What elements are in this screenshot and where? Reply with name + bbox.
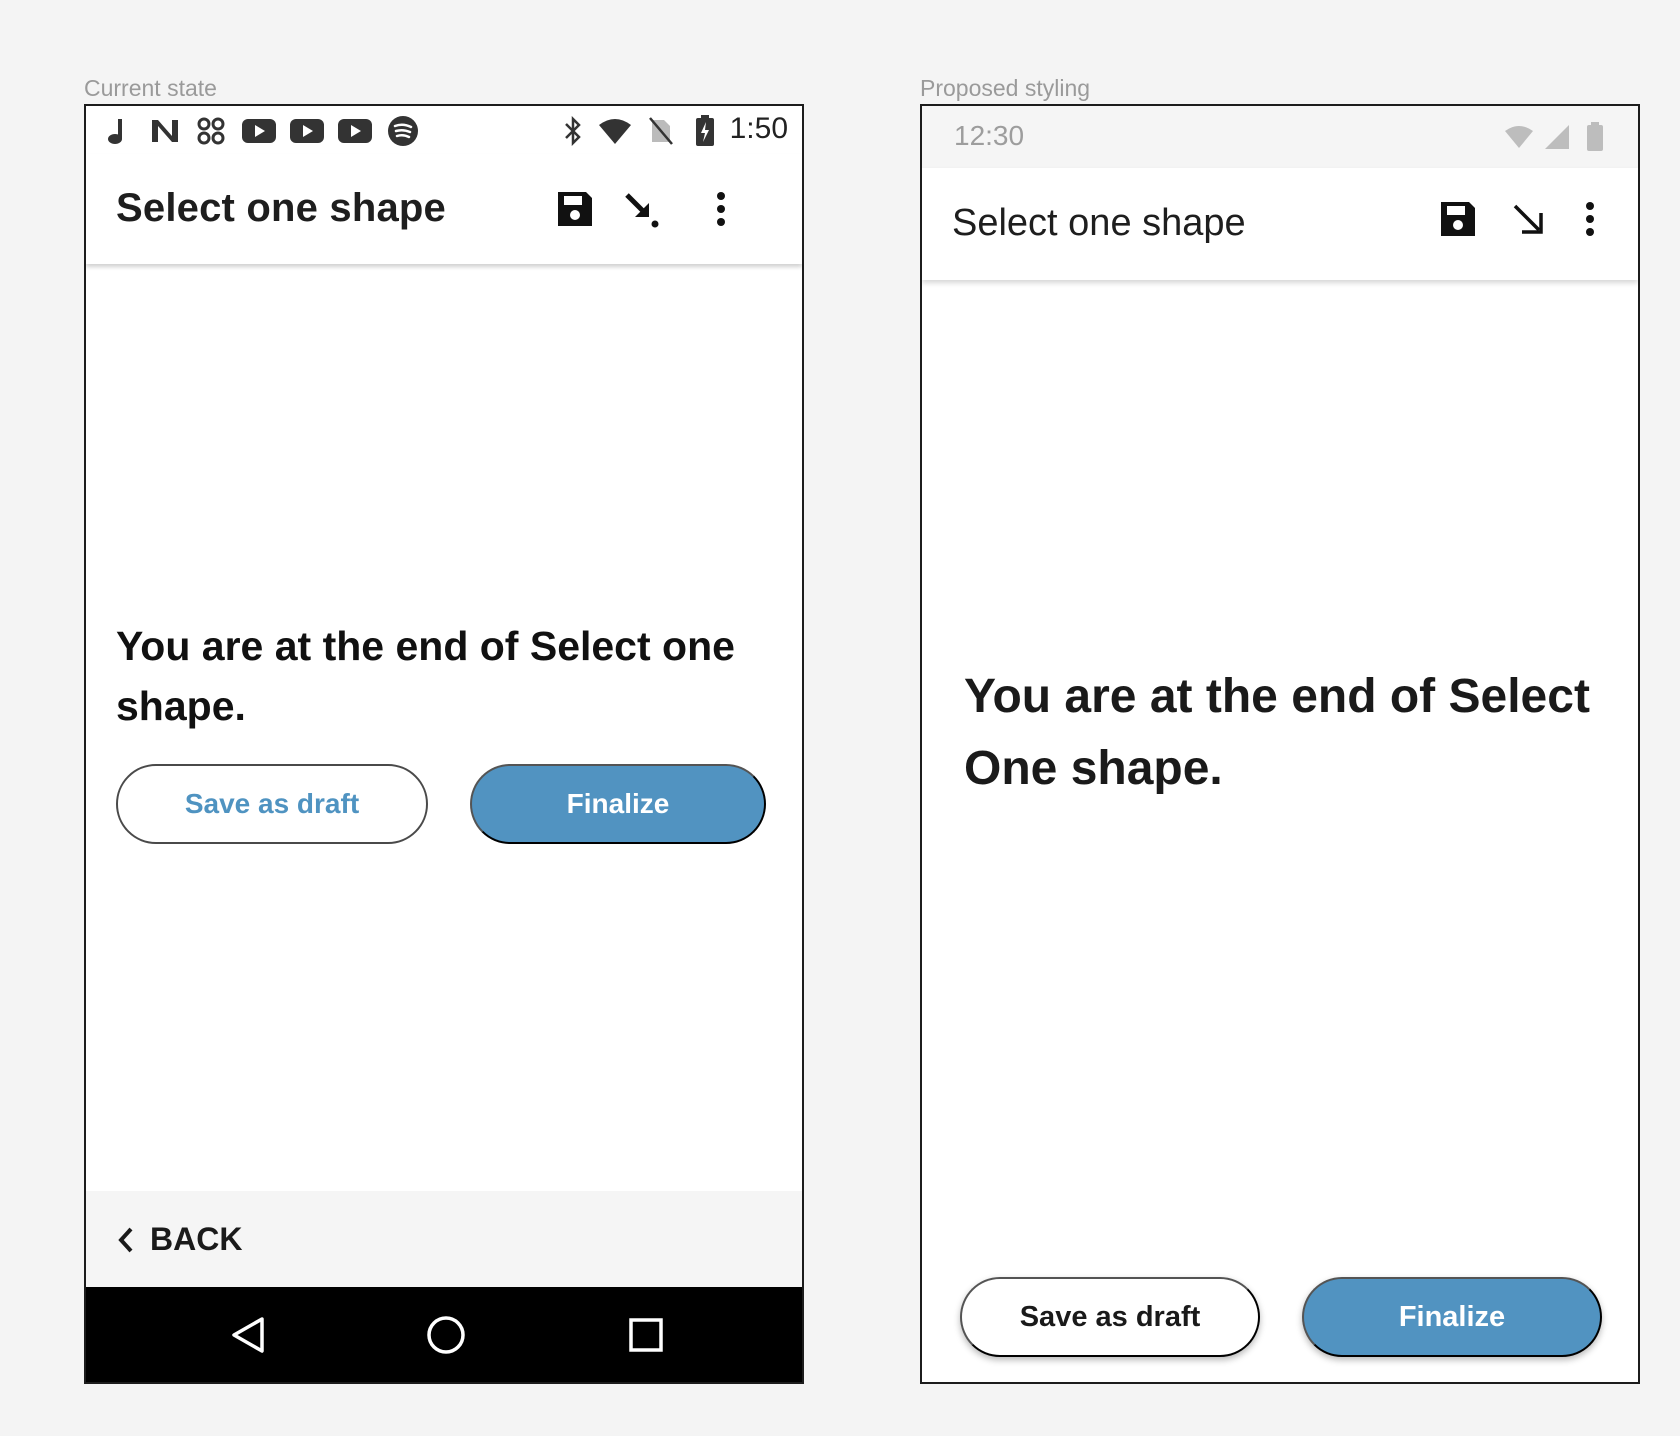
- chevron-left-icon: [118, 1227, 133, 1252]
- system-nav-bar: [86, 1287, 802, 1382]
- jump-to-end-icon[interactable]: [1503, 194, 1553, 244]
- app-bar: Select one shape: [922, 168, 1638, 280]
- battery-charging-icon: [688, 114, 722, 148]
- youtube-icon: [242, 114, 276, 148]
- current-state-phone: 1:50 Select one shape You are at the end…: [84, 104, 804, 1384]
- youtube-icon: [338, 114, 372, 148]
- finalize-button[interactable]: Finalize: [470, 764, 766, 844]
- wifi-icon: [1504, 122, 1534, 152]
- no-sim-icon: [644, 114, 678, 148]
- finalize-button[interactable]: Finalize: [1302, 1277, 1602, 1357]
- status-bar: 12:30: [922, 106, 1638, 168]
- nav-home-icon[interactable]: [420, 1309, 472, 1361]
- bluetooth-icon: [556, 114, 590, 148]
- page-title: Select one shape: [952, 202, 1246, 244]
- save-icon[interactable]: [1433, 194, 1483, 244]
- wifi-icon: [598, 114, 632, 148]
- more-options-icon[interactable]: [1565, 194, 1615, 244]
- current-state-caption: Current state: [84, 75, 217, 101]
- status-time: 1:50: [729, 112, 788, 145]
- end-message: You are at the end of Select one shape.: [116, 623, 735, 729]
- spotify-icon: [386, 114, 420, 148]
- save-as-draft-button[interactable]: Save as draft: [116, 764, 428, 844]
- cell-signal-icon: [1542, 122, 1572, 152]
- app-bar: Select one shape: [86, 154, 802, 264]
- more-options-icon[interactable]: [696, 184, 746, 234]
- battery-icon: [1580, 122, 1610, 152]
- status-bar: 1:50: [86, 106, 802, 154]
- proposed-styling-phone: 12:30 Select one shape You are at the en…: [920, 104, 1640, 1384]
- save-as-draft-button[interactable]: Save as draft: [960, 1277, 1260, 1357]
- n-logo-icon: [148, 114, 182, 148]
- back-label: BACK: [150, 1221, 243, 1257]
- back-button[interactable]: BACK: [116, 1221, 242, 1258]
- proposed-styling-caption: Proposed styling: [920, 75, 1091, 101]
- end-message: You are at the end of Select One shape.: [964, 670, 1590, 795]
- nav-back-icon[interactable]: [222, 1309, 274, 1361]
- page-title: Select one shape: [116, 186, 446, 230]
- puzzle-icon: [194, 114, 228, 148]
- nav-recents-icon[interactable]: [620, 1309, 672, 1361]
- status-time: 12:30: [954, 120, 1025, 151]
- bottom-bar: BACK: [86, 1191, 802, 1291]
- save-icon[interactable]: [550, 184, 600, 234]
- youtube-icon: [290, 114, 324, 148]
- music-note-icon: [100, 114, 134, 148]
- jump-to-end-icon[interactable]: [616, 184, 666, 234]
